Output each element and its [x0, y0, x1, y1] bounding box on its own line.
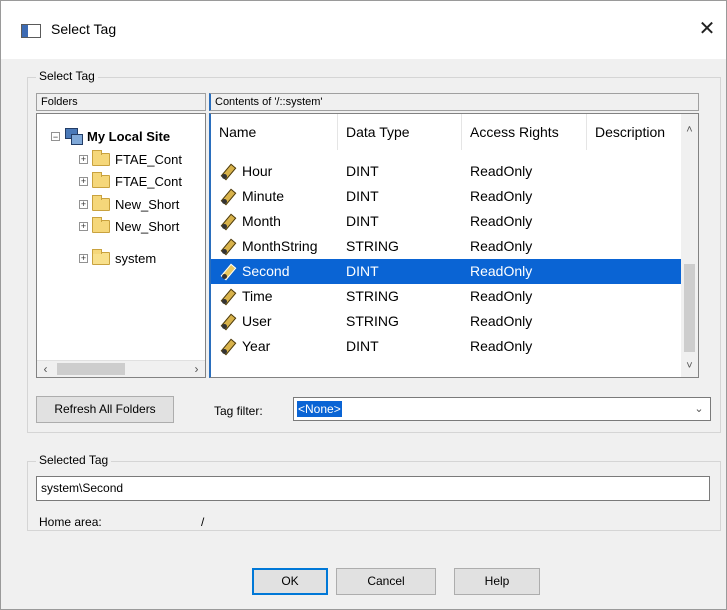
tag-name: Hour — [242, 163, 273, 179]
scroll-left-icon[interactable]: ‹ — [37, 361, 54, 377]
tag-access-rights: ReadOnly — [470, 313, 533, 329]
scroll-thumb[interactable] — [57, 363, 125, 375]
tree-item-system[interactable]: + system — [79, 248, 156, 268]
cancel-button[interactable]: Cancel — [336, 568, 436, 595]
folders-header: Folders — [36, 93, 206, 111]
select-tag-dialog: Select Tag ✕ Select Tag Folders − My Loc… — [0, 0, 727, 610]
tag-icon — [220, 313, 236, 331]
tag-access-rights: ReadOnly — [470, 163, 533, 179]
selected-tag-field[interactable]: system\Second — [36, 476, 710, 501]
tag-name: MonthString — [242, 238, 318, 254]
tag-icon — [220, 263, 236, 281]
table-row[interactable]: Time STRING ReadOnly — [211, 284, 687, 309]
tag-icon — [220, 213, 236, 231]
tag-data-type: DINT — [346, 188, 379, 204]
title-bar[interactable]: Select Tag ✕ — [1, 1, 726, 59]
expand-icon[interactable]: + — [79, 154, 88, 164]
tag-filter-value: <None> — [297, 401, 342, 417]
tag-list[interactable]: Name Data Type Access Rights Description… — [209, 113, 699, 378]
tag-data-type: DINT — [346, 263, 379, 279]
tree-item-my-local-site[interactable]: − My Local Site — [51, 126, 170, 146]
tag-icon — [220, 238, 236, 256]
expand-icon[interactable]: + — [79, 199, 88, 209]
expand-icon[interactable]: + — [79, 253, 88, 263]
folders-horizontal-scrollbar[interactable]: ‹ › — [37, 360, 205, 377]
home-area-label: Home area: — [39, 515, 102, 529]
home-area-value: / — [201, 515, 205, 529]
tag-data-type: DINT — [346, 163, 379, 179]
tag-icon — [220, 163, 236, 181]
tag-filter-label: Tag filter: — [214, 404, 263, 418]
window-title: Select Tag — [51, 21, 117, 37]
tag-data-type: DINT — [346, 213, 379, 229]
tree-item-label: FTAE_Cont — [115, 173, 182, 189]
scroll-down-icon[interactable]: ˅ — [681, 358, 698, 375]
tag-name: Time — [242, 288, 273, 304]
tree-item-label: FTAE_Cont — [115, 151, 182, 167]
tree-item-label: My Local Site — [87, 128, 171, 144]
tag-icon — [220, 188, 236, 206]
folder-icon — [92, 194, 110, 211]
tag-access-rights: ReadOnly — [470, 213, 533, 229]
tree-item-new-short-1[interactable]: + New_Short — [79, 194, 179, 214]
table-row[interactable]: Month DINT ReadOnly — [211, 209, 687, 234]
tag-data-type: STRING — [346, 288, 399, 304]
selected-tag-group-label: Selected Tag — [36, 453, 112, 467]
table-row[interactable]: User STRING ReadOnly — [211, 309, 687, 334]
folders-tree[interactable]: − My Local Site + FTAE_Cont + FTAE_Cont … — [36, 113, 206, 378]
tag-name: Month — [242, 213, 281, 229]
table-row[interactable]: MonthString STRING ReadOnly — [211, 234, 687, 259]
close-button[interactable]: ✕ — [692, 15, 722, 45]
column-header-data-type[interactable]: Data Type — [338, 114, 462, 150]
tag-access-rights: ReadOnly — [470, 288, 533, 304]
refresh-all-folders-button[interactable]: Refresh All Folders — [36, 396, 174, 423]
open-folder-icon — [92, 248, 110, 265]
table-row[interactable]: Year DINT ReadOnly — [211, 334, 687, 359]
scroll-up-icon[interactable]: ˄ — [681, 122, 698, 139]
tag-filter-dropdown[interactable]: <None> ⌄ — [293, 397, 711, 421]
tag-access-rights: ReadOnly — [470, 263, 533, 279]
contents-header: Contents of '/::system' — [209, 93, 699, 111]
collapse-icon[interactable]: − — [51, 131, 60, 141]
expand-icon[interactable]: + — [79, 221, 88, 231]
tree-item-ftae-cont-1[interactable]: + FTAE_Cont — [79, 149, 182, 169]
table-row[interactable]: Hour DINT ReadOnly — [211, 159, 687, 184]
site-icon — [64, 128, 83, 145]
folder-icon — [92, 216, 110, 233]
tag-access-rights: ReadOnly — [470, 188, 533, 204]
tree-item-label: system — [115, 250, 157, 266]
tag-data-type: STRING — [346, 238, 399, 254]
tag-name: Year — [242, 338, 271, 354]
column-header-name[interactable]: Name — [211, 114, 338, 150]
folder-icon — [92, 171, 110, 188]
table-row[interactable]: Minute DINT ReadOnly — [211, 184, 687, 209]
ok-button[interactable]: OK — [252, 568, 328, 595]
tag-icon — [220, 338, 236, 356]
tag-data-type: STRING — [346, 313, 399, 329]
folder-icon — [92, 149, 110, 166]
tag-access-rights: ReadOnly — [470, 338, 533, 354]
expand-icon[interactable]: + — [79, 176, 88, 186]
select-tag-group-label: Select Tag — [36, 69, 98, 83]
column-header-access-rights[interactable]: Access Rights — [462, 114, 587, 150]
tag-name: Second — [242, 263, 290, 279]
tree-item-new-short-2[interactable]: + New_Short — [79, 216, 179, 236]
chevron-down-icon[interactable]: ⌄ — [692, 398, 706, 420]
tag-icon — [220, 288, 236, 306]
tag-data-type: DINT — [346, 338, 379, 354]
scroll-thumb[interactable] — [684, 264, 695, 352]
scroll-right-icon[interactable]: › — [188, 361, 205, 377]
tag-access-rights: ReadOnly — [470, 238, 533, 254]
help-button[interactable]: Help — [454, 568, 540, 595]
window-icon — [21, 24, 41, 38]
tag-name: User — [242, 313, 272, 329]
column-header-description[interactable]: Description — [587, 114, 687, 150]
tree-item-ftae-cont-2[interactable]: + FTAE_Cont — [79, 171, 182, 191]
tag-name: Minute — [242, 188, 285, 204]
tree-item-label: New_Short — [115, 196, 180, 212]
tag-list-vertical-scrollbar[interactable]: ˄ ˅ — [681, 114, 698, 377]
table-row-selected[interactable]: Second DINT ReadOnly — [211, 259, 687, 284]
tree-item-label: New_Short — [115, 218, 180, 234]
